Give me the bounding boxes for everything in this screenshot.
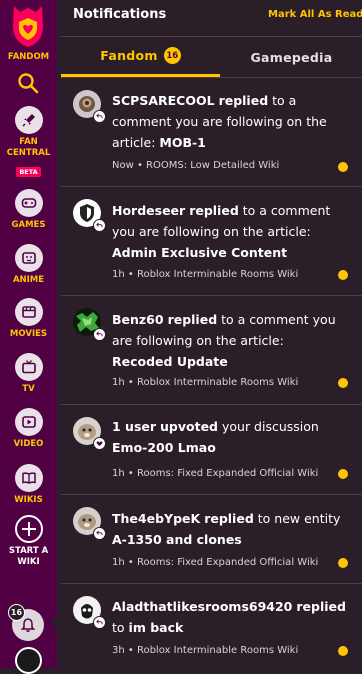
clapperboard-icon: [14, 298, 43, 326]
sidebar-item-label: CENTRAL: [6, 148, 51, 158]
notification-user[interactable]: Aladthatlikesrooms69420: [112, 599, 292, 614]
notification-action: upvoted: [160, 419, 218, 434]
notification-wiki: Rooms: Fixed Expanded Official Wiki: [136, 557, 319, 568]
notification-user[interactable]: The4ebYpeK: [112, 511, 200, 526]
global-navigation: FANDOM FAN CENTRAL BETA GAMES ANIME MOVI…: [0, 0, 57, 674]
notification-wiki: Roblox Interminable Rooms Wiki: [136, 377, 299, 388]
start-a-wiki-label: WIKI: [17, 557, 40, 567]
start-a-wiki-button[interactable]: START A WIKI: [0, 514, 57, 568]
heart-icon: [93, 437, 106, 450]
fandom-brand-label: FANDOM: [7, 52, 50, 62]
play-icon: [14, 408, 43, 436]
notification-action: replied: [204, 511, 254, 526]
notification-tabs: Fandom 16 Gamepedia: [61, 37, 362, 78]
tab-label: Fandom: [100, 48, 158, 63]
sidebar-item-label: MOVIES: [9, 329, 48, 339]
notification-text: your discussion: [218, 419, 319, 434]
sidebar-item-fan-central[interactable]: FAN CENTRAL BETA: [0, 106, 57, 178]
unread-dot: [338, 270, 348, 280]
sidebar-item-tv[interactable]: TV: [0, 353, 57, 395]
notification-text: to: [112, 620, 129, 635]
notification-time: 1h: [112, 377, 125, 388]
unread-dot: [338, 646, 348, 656]
sidebar-item-video[interactable]: VIDEO: [0, 408, 57, 450]
reply-icon: [93, 328, 106, 341]
unread-dot: [338, 469, 348, 479]
unread-dot: [338, 162, 348, 172]
anime-face-icon: [14, 244, 43, 272]
unread-dot: [338, 378, 348, 388]
panel-pointer: [50, 613, 60, 631]
sidebar-item-label: ANIME: [12, 275, 45, 285]
notifications-count-badge: 16: [8, 604, 25, 621]
reply-icon: [93, 616, 106, 629]
notification-target[interactable]: A-1350 and clones: [112, 532, 242, 547]
notification-target[interactable]: Admin Exclusive Content: [112, 245, 287, 260]
book-icon: [14, 464, 43, 492]
notification-item[interactable]: SCPSARECOOL replied to a comment you are…: [61, 78, 362, 187]
notification-time: 1h: [112, 468, 125, 479]
notification-time: 3h: [112, 645, 125, 656]
sidebar-item-label: GAMES: [11, 220, 46, 230]
unread-dot: [338, 558, 348, 568]
notification-item[interactable]: Aladthatlikesrooms69420 replied to im ba…: [61, 584, 362, 668]
sidebar-item-wikis[interactable]: WIKIS: [0, 464, 57, 506]
sidebar-item-games[interactable]: GAMES: [0, 189, 57, 231]
search-icon[interactable]: [17, 72, 39, 94]
notification-target[interactable]: MOB-1: [159, 135, 205, 150]
notifications-panel: Notifications Mark All As Read Fandom 16…: [61, 0, 362, 668]
notification-target[interactable]: im back: [129, 620, 184, 635]
notification-target[interactable]: Emo-200 Lmao: [112, 440, 216, 455]
notification-wiki: Roblox Interminable Rooms Wiki: [136, 645, 299, 656]
tab-label: Gamepedia: [250, 49, 333, 65]
notification-user[interactable]: Hordeseer: [112, 203, 185, 218]
notification-item[interactable]: Benz60 replied to a comment you are foll…: [61, 296, 362, 405]
notification-user[interactable]: 1 user: [112, 419, 156, 434]
plus-circle-icon: [14, 515, 43, 543]
notification-time: 1h: [112, 269, 125, 280]
sidebar-item-label: FAN: [19, 137, 38, 147]
rocket-icon: [14, 106, 43, 134]
sidebar-item-anime[interactable]: ANIME: [0, 244, 57, 286]
sidebar-item-movies[interactable]: MOVIES: [0, 298, 57, 340]
notification-action: replied: [167, 312, 218, 327]
tab-fandom[interactable]: Fandom 16: [61, 37, 220, 77]
bell-icon: [20, 618, 36, 632]
tv-icon: [14, 353, 43, 381]
notifications-header: Notifications Mark All As Read: [61, 0, 362, 37]
notification-item[interactable]: 1 user upvoted your discussion Emo-200 L…: [61, 405, 362, 495]
sidebar-item-label: VIDEO: [13, 439, 44, 449]
notification-user[interactable]: SCPSARECOOL: [112, 93, 215, 108]
notification-action: replied: [296, 599, 346, 614]
reply-icon: [93, 219, 106, 232]
gamepad-icon: [14, 189, 43, 217]
notification-item[interactable]: The4ebYpeK replied to new entity A-1350 …: [61, 495, 362, 584]
notification-user[interactable]: Benz60: [112, 312, 164, 327]
notification-action: replied: [189, 203, 239, 218]
fandom-logo-icon[interactable]: [9, 4, 47, 48]
notification-action: replied: [218, 93, 269, 108]
notification-wiki: ROOMS: Low Detailed Wiki: [146, 160, 280, 171]
user-avatar[interactable]: [15, 647, 42, 674]
notification-text: to new entity: [253, 511, 341, 526]
reply-icon: [93, 110, 106, 123]
panel-title: Notifications: [73, 7, 167, 22]
reply-icon: [93, 527, 106, 540]
notification-wiki: Roblox Interminable Rooms Wiki: [136, 269, 299, 280]
tab-gamepedia[interactable]: Gamepedia: [221, 37, 362, 77]
unread-count-badge: 16: [163, 47, 181, 64]
notification-item[interactable]: Hordeseer replied to a comment you are f…: [61, 187, 362, 296]
sidebar-item-label: TV: [22, 384, 35, 394]
notification-wiki: Rooms: Fixed Expanded Official Wiki: [136, 468, 319, 479]
notification-time: Now: [112, 160, 134, 171]
start-a-wiki-label: START A: [8, 546, 49, 556]
mark-all-as-read-link[interactable]: Mark All As Read: [268, 9, 362, 20]
beta-badge: BETA: [16, 167, 41, 177]
notification-time: 1h: [112, 557, 125, 568]
notification-target[interactable]: Recoded Update: [112, 354, 228, 369]
sidebar-item-label: WIKIS: [14, 495, 43, 505]
